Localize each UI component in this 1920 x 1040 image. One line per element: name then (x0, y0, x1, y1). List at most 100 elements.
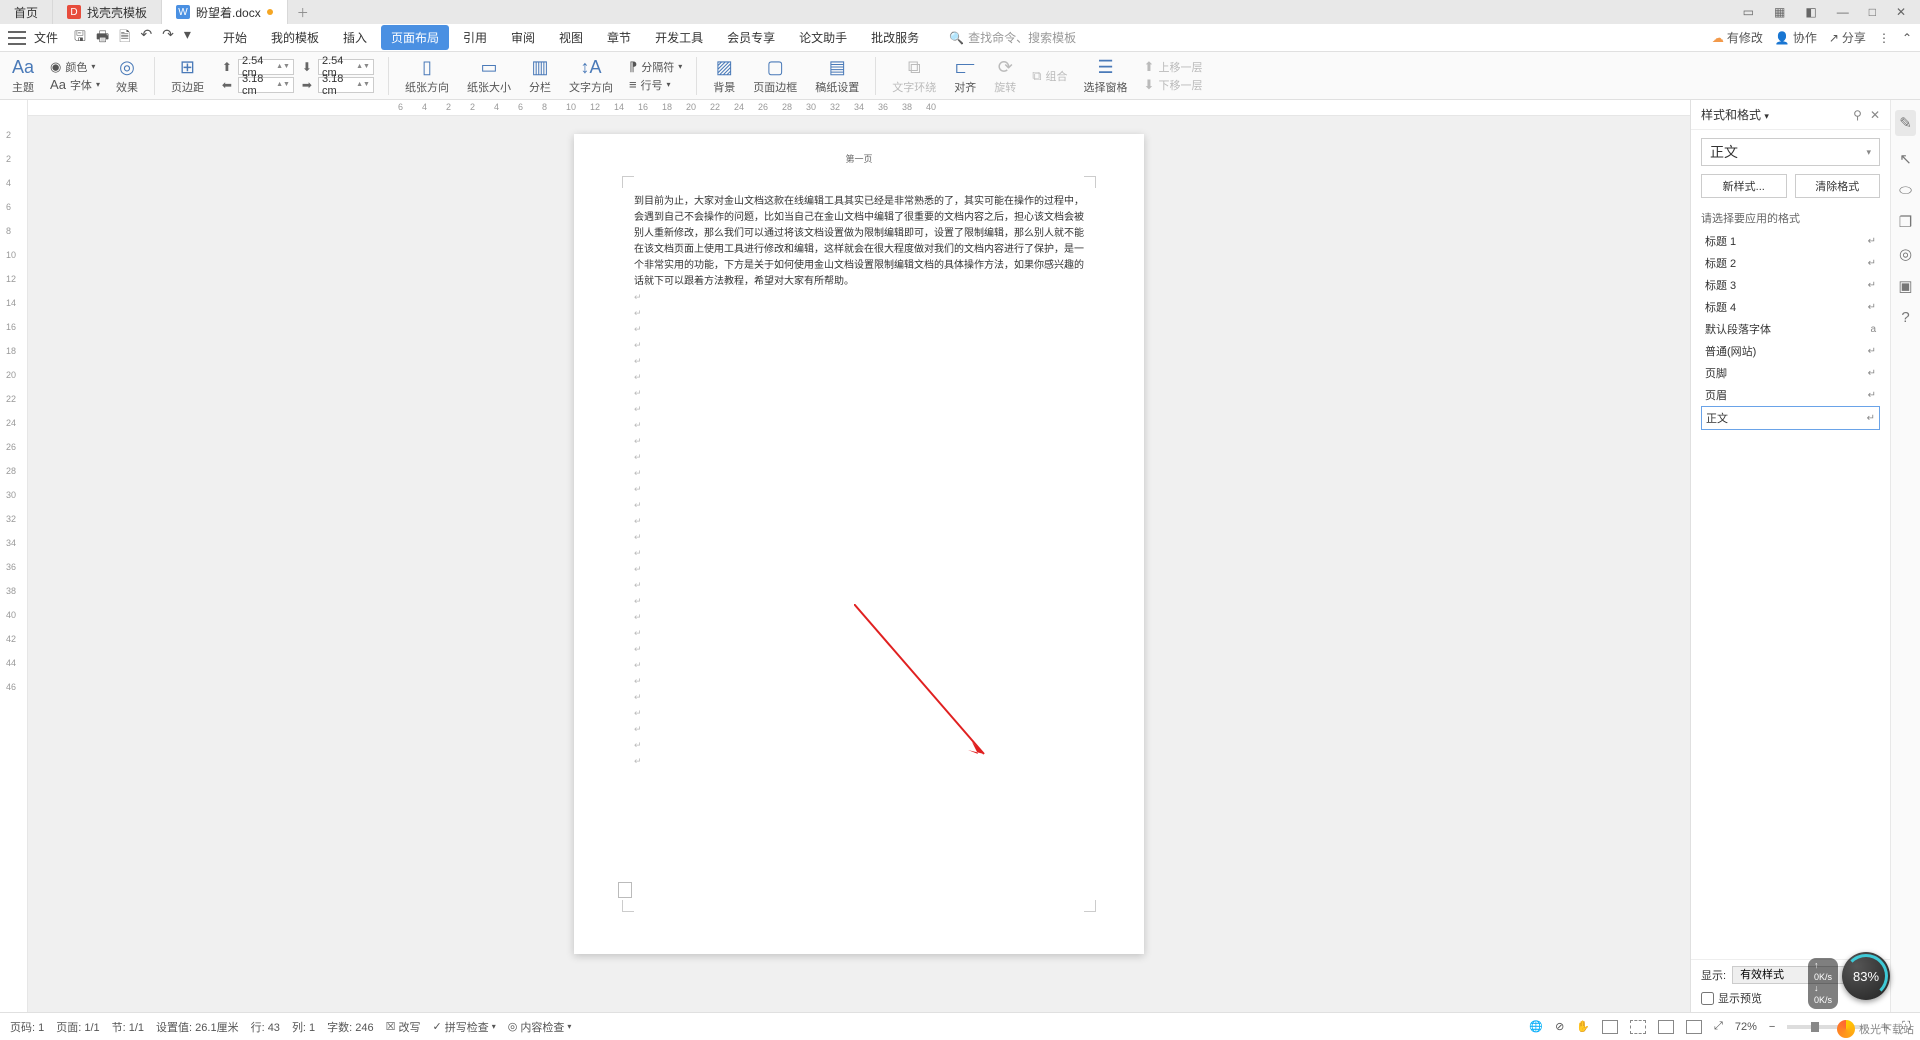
skin-icon[interactable]: ◧ (1801, 3, 1820, 21)
status-dash-icon[interactable]: ⊘ (1555, 1020, 1564, 1033)
paper-settings-button[interactable]: ▤稿纸设置 (813, 57, 861, 95)
align-button[interactable]: ⫍对齐 (952, 57, 978, 95)
minimize-icon[interactable]: — (1833, 3, 1853, 21)
status-words[interactable]: 字数: 246 (327, 1019, 373, 1035)
font-button[interactable]: Aa字体▾ (50, 77, 100, 93)
shapes-icon[interactable]: ⬭ (1899, 182, 1912, 199)
margin-right-input[interactable]: 3.18 cm▲▼ (318, 77, 374, 93)
command-search[interactable]: 🔍 查找命令、搜索模板 (949, 29, 1076, 46)
ribbon-tab-6[interactable]: 视图 (549, 25, 593, 50)
style-item[interactable]: 标题 4↵ (1701, 296, 1880, 318)
help-icon[interactable]: ? (1901, 309, 1909, 326)
style-item[interactable]: 页眉↵ (1701, 384, 1880, 406)
ribbon-tab-4[interactable]: 引用 (453, 25, 497, 50)
layers-icon[interactable]: ❐ (1899, 213, 1912, 231)
hamburger-icon[interactable] (8, 31, 26, 45)
document-canvas[interactable]: 第一页 到目前为止，大家对金山文档这款在线编辑工具其实已经是非常熟悉的了，其实可… (28, 116, 1690, 1012)
ribbon-tab-8[interactable]: 开发工具 (645, 25, 713, 50)
breaks-button[interactable]: ⁋分隔符▾ (629, 59, 682, 75)
qat-dropdown-icon[interactable]: ▾ (184, 26, 191, 50)
status-globe-icon[interactable]: 🌐 (1529, 1020, 1543, 1033)
view-outline-icon[interactable] (1630, 1020, 1646, 1034)
close-icon[interactable]: ✕ (1892, 3, 1910, 21)
ribbon-tab-3[interactable]: 页面布局 (381, 25, 449, 50)
redo-icon[interactable]: ↷ (162, 26, 174, 50)
collapse-ribbon-icon[interactable]: ⌃ (1902, 31, 1912, 45)
columns-button[interactable]: ▥分栏 (527, 57, 553, 95)
zoom-out-icon[interactable]: − (1769, 1021, 1775, 1033)
margin-left-input[interactable]: 3.18 cm▲▼ (238, 77, 294, 93)
status-content[interactable]: ◎内容检查▾ (508, 1019, 572, 1035)
select-icon[interactable]: ↖ (1899, 150, 1912, 168)
page-margin-button[interactable]: ⊞页边距 (169, 57, 206, 95)
style-item[interactable]: 普通(网站)↵ (1701, 340, 1880, 362)
status-col[interactable]: 列: 1 (292, 1019, 315, 1035)
clear-format-button[interactable]: 清除格式 (1795, 174, 1881, 198)
line-number-button[interactable]: ≡行号▾ (629, 77, 682, 93)
ribbon-tab-11[interactable]: 批改服务 (861, 25, 929, 50)
ribbon-tab-1[interactable]: 我的模板 (261, 25, 329, 50)
style-item[interactable]: 默认段落字体a (1701, 318, 1880, 340)
horizontal-ruler[interactable]: 642246810121416182022242628303234363840 (28, 100, 1690, 116)
page-border-button[interactable]: ▢页面边框 (751, 57, 799, 95)
file-menu[interactable]: 文件 (34, 29, 58, 46)
collaborate-button[interactable]: 👤协作 (1775, 29, 1817, 46)
maximize-icon[interactable]: □ (1865, 3, 1880, 21)
theme-button[interactable]: Aa主题 (10, 57, 36, 95)
view-read-icon[interactable] (1686, 1020, 1702, 1034)
layout-icon[interactable]: ▭ (1739, 3, 1758, 21)
style-item[interactable]: 标题 2↵ (1701, 252, 1880, 274)
paper-size-button[interactable]: ▭纸张大小 (465, 57, 513, 95)
text-direction-button[interactable]: ↕A文字方向 (567, 57, 615, 95)
ribbon-tab-10[interactable]: 论文助手 (789, 25, 857, 50)
status-page[interactable]: 页码: 1 (10, 1019, 44, 1035)
target-icon[interactable]: ◎ (1899, 245, 1912, 263)
background-button[interactable]: ▨背景 (711, 57, 737, 95)
status-track[interactable]: ☒改写 (386, 1019, 421, 1035)
tab-template[interactable]: D 找壳壳模板 (53, 0, 162, 24)
book-icon[interactable]: ▣ (1898, 277, 1912, 295)
orientation-button[interactable]: ▯纸张方向 (403, 57, 451, 95)
pencil-icon[interactable]: ✎ (1895, 110, 1916, 136)
view-print-icon[interactable] (1602, 1020, 1618, 1034)
style-item[interactable]: 标题 3↵ (1701, 274, 1880, 296)
view-web-icon[interactable] (1658, 1020, 1674, 1034)
section-icon[interactable] (618, 882, 632, 898)
grid-icon[interactable]: ▦ (1770, 3, 1789, 21)
ribbon-tab-2[interactable]: 插入 (333, 25, 377, 50)
style-item[interactable]: 标题 1↵ (1701, 230, 1880, 252)
pin-icon[interactable]: ⚲ (1853, 108, 1862, 122)
style-item[interactable]: 页脚↵ (1701, 362, 1880, 384)
document-page[interactable]: 第一页 到目前为止，大家对金山文档这款在线编辑工具其实已经是非常熟悉的了，其实可… (574, 134, 1144, 954)
status-spell[interactable]: ✓拼写检查▾ (433, 1019, 496, 1035)
tab-add[interactable]: ＋ (288, 0, 318, 24)
zoom-value[interactable]: 72% (1735, 1021, 1757, 1033)
new-style-button[interactable]: 新样式... (1701, 174, 1787, 198)
performance-gauge[interactable]: 83% ↑ 0K/s↓ 0K/s (1842, 952, 1890, 1000)
current-style-selector[interactable]: 正文▾ (1701, 138, 1880, 166)
status-setval[interactable]: 设置值: 26.1厘米 (156, 1019, 239, 1035)
color-button[interactable]: ◉颜色▾ (50, 59, 100, 75)
document-body-text[interactable]: 到目前为止，大家对金山文档这款在线编辑工具其实已经是非常熟悉的了，其实可能在操作… (634, 194, 1084, 290)
save-icon[interactable]: 🖫 (74, 26, 86, 50)
ribbon-tab-9[interactable]: 会员专享 (717, 25, 785, 50)
ribbon-tab-7[interactable]: 章节 (597, 25, 641, 50)
status-row[interactable]: 行: 43 (251, 1019, 280, 1035)
undo-icon[interactable]: ↶ (140, 26, 152, 50)
status-pages[interactable]: 页面: 1/1 (56, 1019, 99, 1035)
panel-close-icon[interactable]: ✕ (1870, 108, 1880, 122)
status-section[interactable]: 节: 1/1 (112, 1019, 144, 1035)
style-item[interactable]: 正文↵ (1701, 406, 1880, 430)
ribbon-tab-0[interactable]: 开始 (213, 25, 257, 50)
ribbon-tab-5[interactable]: 审阅 (501, 25, 545, 50)
status-hand-icon[interactable]: ✋ (1576, 1020, 1590, 1033)
more-icon[interactable]: ⋮ (1878, 31, 1890, 45)
pending-changes[interactable]: ☁有修改 (1712, 29, 1763, 46)
tab-document[interactable]: W 盼望着.docx (162, 0, 288, 24)
share-button[interactable]: ↗分享 (1829, 29, 1866, 46)
tab-home[interactable]: 首页 (0, 0, 53, 24)
effect-button[interactable]: ◎效果 (114, 57, 140, 95)
print-preview-icon[interactable]: 🗎 (119, 26, 130, 50)
selection-pane-button[interactable]: ☰选择窗格 (1082, 57, 1130, 95)
fit-icon[interactable]: ⤢ (1714, 1020, 1723, 1033)
